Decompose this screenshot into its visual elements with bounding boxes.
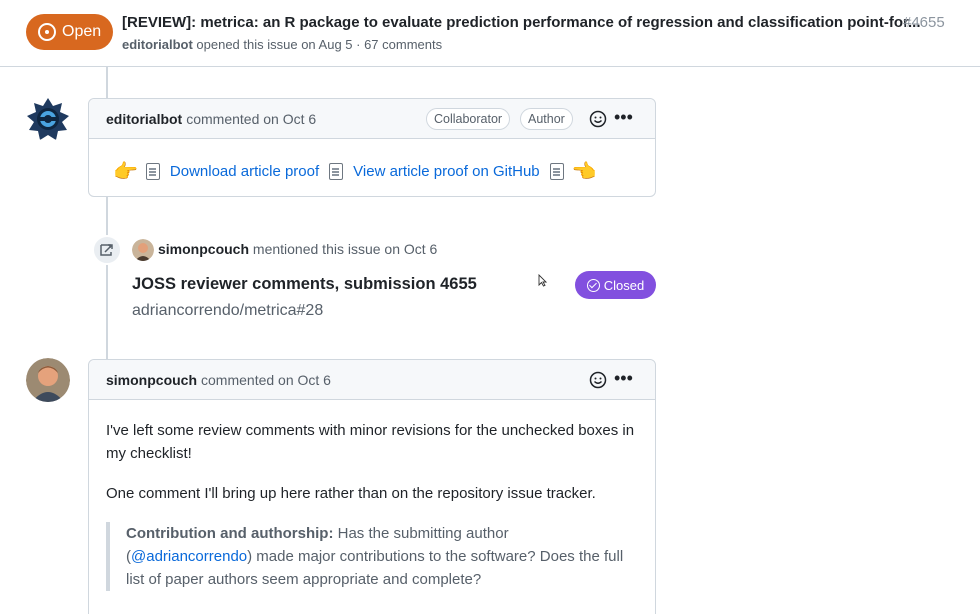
- view-proof-link[interactable]: View article proof on GitHub: [353, 163, 539, 180]
- mention-action: mentioned this issue on Oct 6: [252, 241, 438, 257]
- mention-event-text: simonpcouch mentioned this issue on Oct …: [158, 241, 437, 257]
- check-circle-icon: [586, 278, 600, 292]
- editorialbot-avatar[interactable]: [26, 97, 70, 141]
- issue-title[interactable]: [REVIEW]: metrica: an R package to evalu…: [122, 14, 921, 31]
- issue-sticky-header: Open [REVIEW]: metrica: an R package to …: [0, 0, 980, 67]
- issue-meta: editorialbot opened this issue on Aug 5 …: [122, 37, 442, 52]
- collaborator-label: Collaborator: [426, 108, 511, 130]
- pointing-left-hand-icon: 👈: [571, 161, 597, 183]
- quote-heading: Contribution and authorship:: [126, 525, 334, 542]
- referenced-issue-repo[interactable]: adriancorrendo/metrica#28: [132, 302, 323, 320]
- download-proof-link[interactable]: Download article proof: [170, 163, 319, 180]
- proof-links-row: 👉 Download article proof View article pr…: [109, 159, 601, 184]
- issue-number: #4655: [903, 14, 945, 31]
- mention-user-link[interactable]: simonpcouch: [158, 241, 249, 257]
- open-state-label: Open: [62, 23, 102, 40]
- simonpcouch-avatar[interactable]: [26, 358, 70, 402]
- blockquote: Contribution and authorship: Has the sub…: [106, 522, 636, 591]
- pointing-right-hand-icon: 👉: [113, 161, 138, 183]
- referenced-issue-title[interactable]: JOSS reviewer comments, submission 4655: [132, 275, 477, 294]
- issue-author-link[interactable]: editorialbot: [122, 37, 193, 52]
- cross-reference-icon: [92, 235, 122, 265]
- more-options-icon[interactable]: •••: [614, 108, 633, 126]
- comment-timestamp[interactable]: commented on Oct 6: [186, 111, 316, 127]
- user-mention-link[interactable]: @adriancorrendo: [131, 548, 247, 565]
- comment-header: simonpcouch commented on Oct 6 •••: [89, 360, 655, 400]
- issue-meta-text: opened this issue on Aug 5 · 67 comments: [196, 37, 443, 52]
- more-options-icon[interactable]: •••: [614, 369, 633, 387]
- closed-state-label: Closed: [603, 277, 645, 293]
- issue-open-icon: [38, 23, 56, 41]
- author-label: Author: [520, 108, 573, 130]
- comment-paragraph: One comment I'll bring up here rather th…: [106, 485, 596, 502]
- comment-author[interactable]: editorialbot: [106, 111, 182, 127]
- open-state-badge: Open: [26, 14, 113, 50]
- comment-header: editorialbot commented on Oct 6 Collabor…: [89, 99, 655, 139]
- comment-author[interactable]: simonpcouch: [106, 372, 197, 388]
- comment-editorialbot: editorialbot commented on Oct 6 Collabor…: [88, 98, 656, 197]
- document-icon: [329, 163, 344, 180]
- add-reaction-icon[interactable]: [589, 371, 607, 389]
- comment-timestamp[interactable]: commented on Oct 6: [201, 372, 331, 388]
- comment-paragraph: I've left some review comments with mino…: [106, 422, 635, 462]
- simonpcouch-small-avatar[interactable]: [132, 239, 154, 261]
- mouse-cursor-icon: [538, 274, 547, 287]
- document-icon: [145, 163, 160, 180]
- comment-simonpcouch: simonpcouch commented on Oct 6 ••• I've …: [88, 359, 656, 614]
- closed-state-badge: Closed: [575, 271, 656, 299]
- add-reaction-icon[interactable]: [589, 110, 607, 128]
- document-icon: [549, 163, 564, 180]
